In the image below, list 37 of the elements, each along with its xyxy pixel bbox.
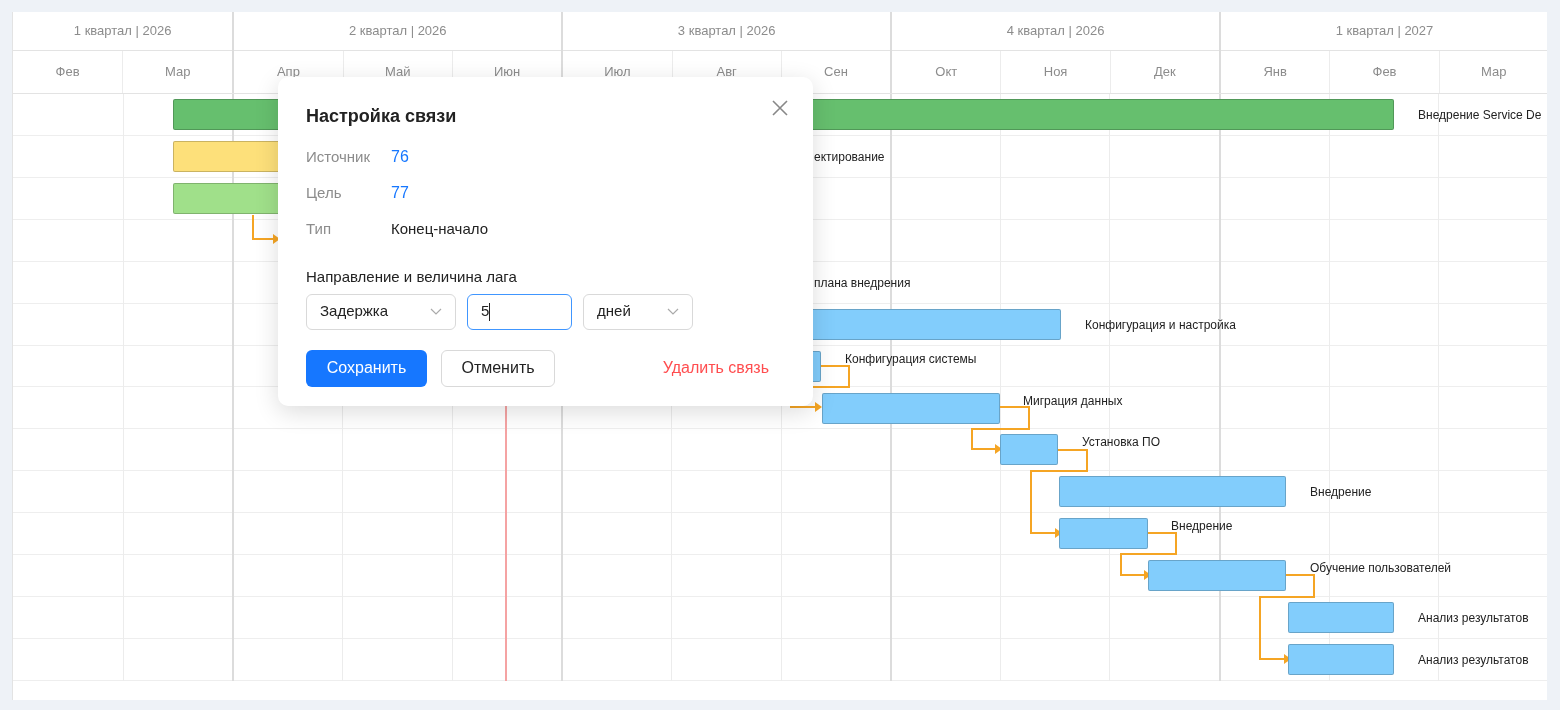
month-header: Окт (935, 63, 958, 82)
month-header: Янв (1263, 63, 1287, 82)
month-header: Авг (716, 63, 737, 82)
month-header: Май (385, 63, 411, 82)
month-header: Фев (1372, 63, 1397, 82)
quarter-header: 4 квартал | 2026 (1006, 22, 1105, 41)
month-header: Дек (1154, 63, 1176, 82)
field-value: Конец-начало (391, 218, 488, 239)
task-label: Внедрение (1171, 519, 1233, 534)
field-label: Тип (306, 218, 332, 239)
field-label: Цель (306, 182, 343, 203)
task-label: Конфигурация и настройка (1085, 317, 1236, 332)
month-header: Мар (1481, 63, 1507, 82)
month-header: Сен (824, 63, 848, 82)
dialog-title: Настройка связи (306, 105, 457, 128)
task-label: Миграция данных (1023, 393, 1123, 408)
quarter-header: 1 квартал | 2027 (1335, 22, 1434, 41)
lag-label: Направление и величина лага (306, 267, 518, 287)
task-label: Установка ПО (1082, 435, 1160, 450)
month-header: Апр (276, 63, 300, 82)
quarter-header: 3 квартал | 2026 (677, 22, 776, 41)
task-label: ектирование (814, 149, 885, 164)
month-header: Мар (165, 63, 191, 82)
quarter-header: 1 квартал | 2026 (73, 22, 172, 41)
task-label: плана внедрения (814, 275, 911, 290)
month-header: Фев (55, 63, 80, 82)
task-label: Анализ результатов (1418, 611, 1529, 626)
month-header: Июн (493, 63, 521, 82)
field-label: Источник (306, 146, 372, 167)
month-header: Ноя (1043, 63, 1068, 82)
task-label: Анализ результатов (1418, 653, 1529, 668)
task-label: Внедрение (1310, 485, 1372, 500)
task-label: Внедрение Service De (1418, 108, 1542, 122)
month-header: Июл (604, 63, 631, 82)
task-label: Конфигурация системы (845, 351, 977, 366)
quarter-header: 2 квартал | 2026 (348, 22, 447, 41)
task-label: Обучение пользователей (1310, 561, 1452, 576)
